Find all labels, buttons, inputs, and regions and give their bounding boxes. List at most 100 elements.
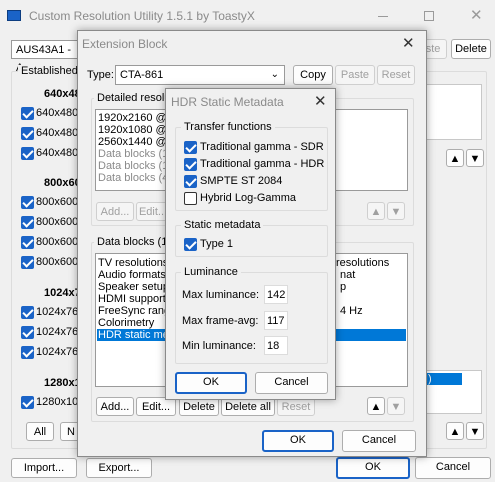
detailed-item[interactable]: 1920x1080 @ [98, 124, 167, 136]
monitor-select[interactable]: AUS43A1 - A [11, 40, 81, 74]
res-1280-1: 1280x10 [36, 396, 79, 408]
min-lum-label: Min luminance: [182, 340, 256, 352]
right-down-button-1[interactable]: ▼ [466, 149, 484, 167]
data-block-item[interactable]: FreeSync rang [98, 305, 170, 317]
res-640-3: 640x480 [36, 147, 79, 159]
checkbox-smpte[interactable] [184, 175, 197, 188]
select-all-button[interactable]: All [26, 422, 54, 441]
main-ok-button[interactable]: OK [336, 457, 410, 479]
detailed-up-button[interactable]: ▲ [367, 202, 385, 220]
data-block-item[interactable]: TV resolutions [98, 257, 168, 269]
main-title: Custom Resolution Utility 1.5.1 by Toast… [29, 9, 255, 23]
ext-paste-button[interactable]: Paste [335, 65, 375, 85]
res-1024-3: 1024x76 [36, 346, 79, 358]
main-close-icon[interactable]: ✕ [470, 8, 483, 23]
res-800-2: 800x600 [36, 216, 79, 228]
res-800-1: 800x600 [36, 196, 79, 208]
group-header-640: 640x48 [44, 88, 81, 100]
min-lum-input[interactable]: 18 [264, 336, 288, 355]
ext-ok-button[interactable]: OK [262, 430, 334, 452]
type-label: Type: [87, 69, 114, 81]
import-button[interactable]: Import... [11, 458, 77, 478]
export-button[interactable]: Export... [86, 458, 152, 478]
max-frame-input[interactable]: 117 [264, 311, 288, 330]
data-block-right-text: resolutions [336, 257, 390, 269]
hdr-ok-button[interactable]: OK [175, 372, 247, 394]
ext-title: Extension Block [82, 37, 168, 51]
checkbox-800-2[interactable] [21, 216, 34, 229]
checkbox-hlg[interactable] [184, 192, 197, 205]
data-block-item[interactable]: HDMI support [98, 293, 166, 305]
group-header-800: 800x60 [44, 177, 81, 189]
group-header-1280: 1280x1 [44, 377, 81, 389]
data-block-right-text: p [340, 281, 347, 293]
detailed-item[interactable]: 2560x1440 @ [98, 136, 167, 148]
data-block-item-selected[interactable]: HDR static me [98, 329, 169, 341]
detailed-label: Detailed resolu [94, 92, 174, 104]
app-icon [7, 10, 21, 21]
type1-label: Type 1 [200, 238, 234, 250]
maximize-icon[interactable] [424, 11, 434, 21]
hdr-title: HDR Static Metadata [171, 95, 284, 109]
luminance-label: Luminance [181, 266, 241, 278]
res-1024-2: 1024x76 [36, 326, 79, 338]
data-block-item[interactable]: Colorimetry [98, 317, 154, 329]
detailed-add-button[interactable]: Add... [96, 202, 134, 221]
checkbox-type1[interactable] [184, 238, 197, 251]
res-640-2: 640x480 [36, 127, 79, 139]
ext-cancel-button[interactable]: Cancel [342, 430, 416, 452]
data-up-button[interactable]: ▲ [367, 397, 385, 415]
detailed-item[interactable]: 1920x2160 @ [98, 112, 167, 124]
established-label: Established [18, 65, 81, 77]
right-down-button-2[interactable]: ▼ [466, 422, 484, 440]
checkbox-640-1[interactable] [21, 107, 34, 120]
hdr-dialog: HDR Static Metadata ✕ Transfer functions… [165, 88, 336, 400]
checkbox-640-2[interactable] [21, 127, 34, 140]
res-800-4: 800x600 [36, 256, 79, 268]
checkbox-640-3[interactable] [21, 147, 34, 160]
hdr-cancel-button[interactable]: Cancel [255, 372, 328, 394]
data-block-item[interactable]: Audio formats [98, 269, 166, 281]
detailed-item[interactable]: Data blocks (1 [98, 160, 168, 172]
data-add-button[interactable]: Add... [96, 397, 134, 416]
transfer-label: Transfer functions [181, 121, 275, 133]
checkbox-gamma-sdr[interactable] [184, 141, 197, 154]
static-label: Static metadata [181, 219, 264, 231]
hlg-label: Hybrid Log-Gamma [200, 192, 296, 204]
checkbox-800-3[interactable] [21, 236, 34, 249]
data-block-right-text: 4 Hz [340, 305, 363, 317]
group-header-1024: 1024x7 [44, 287, 81, 299]
main-titlebar: Custom Resolution Utility 1.5.1 by Toast… [0, 0, 495, 33]
checkbox-1024-1[interactable] [21, 306, 34, 319]
minimize-icon[interactable] [378, 16, 388, 17]
data-blocks-label: Data blocks (1 [94, 236, 171, 248]
checkbox-800-4[interactable] [21, 256, 34, 269]
ext-copy-button[interactable]: Copy [293, 65, 333, 85]
data-down-button[interactable]: ▼ [387, 397, 405, 415]
chevron-down-icon: ⌄ [270, 69, 279, 80]
smpte-label: SMPTE ST 2084 [200, 175, 283, 187]
res-1024-1: 1024x76 [36, 306, 79, 318]
detailed-down-button[interactable]: ▼ [387, 202, 405, 220]
data-block-right-text: nat [340, 269, 356, 281]
detailed-item[interactable]: Data blocks (1 [98, 148, 168, 160]
type-select[interactable]: CTA-861 ⌄ [115, 65, 285, 85]
max-lum-input[interactable]: 142 [264, 285, 288, 304]
right-up-button-2[interactable]: ▲ [446, 422, 464, 440]
gamma-sdr-label: Traditional gamma - SDR [200, 141, 324, 153]
checkbox-1024-2[interactable] [21, 326, 34, 339]
res-800-3: 800x600 [36, 236, 79, 248]
data-block-item[interactable]: Speaker setup [98, 281, 169, 293]
detailed-item[interactable]: Data blocks (4 [98, 172, 168, 184]
ext-reset-button[interactable]: Reset [377, 65, 415, 85]
checkbox-gamma-hdr[interactable] [184, 158, 197, 171]
checkbox-1024-3[interactable] [21, 346, 34, 359]
hdr-close-icon[interactable]: ✕ [314, 94, 327, 109]
main-delete-button[interactable]: Delete [451, 39, 491, 59]
res-640-1: 640x480 [36, 107, 79, 119]
checkbox-1280-1[interactable] [21, 396, 34, 409]
ext-close-icon[interactable]: ✕ [402, 36, 415, 51]
checkbox-800-1[interactable] [21, 196, 34, 209]
main-cancel-button[interactable]: Cancel [415, 457, 491, 479]
right-up-button-1[interactable]: ▲ [446, 149, 464, 167]
